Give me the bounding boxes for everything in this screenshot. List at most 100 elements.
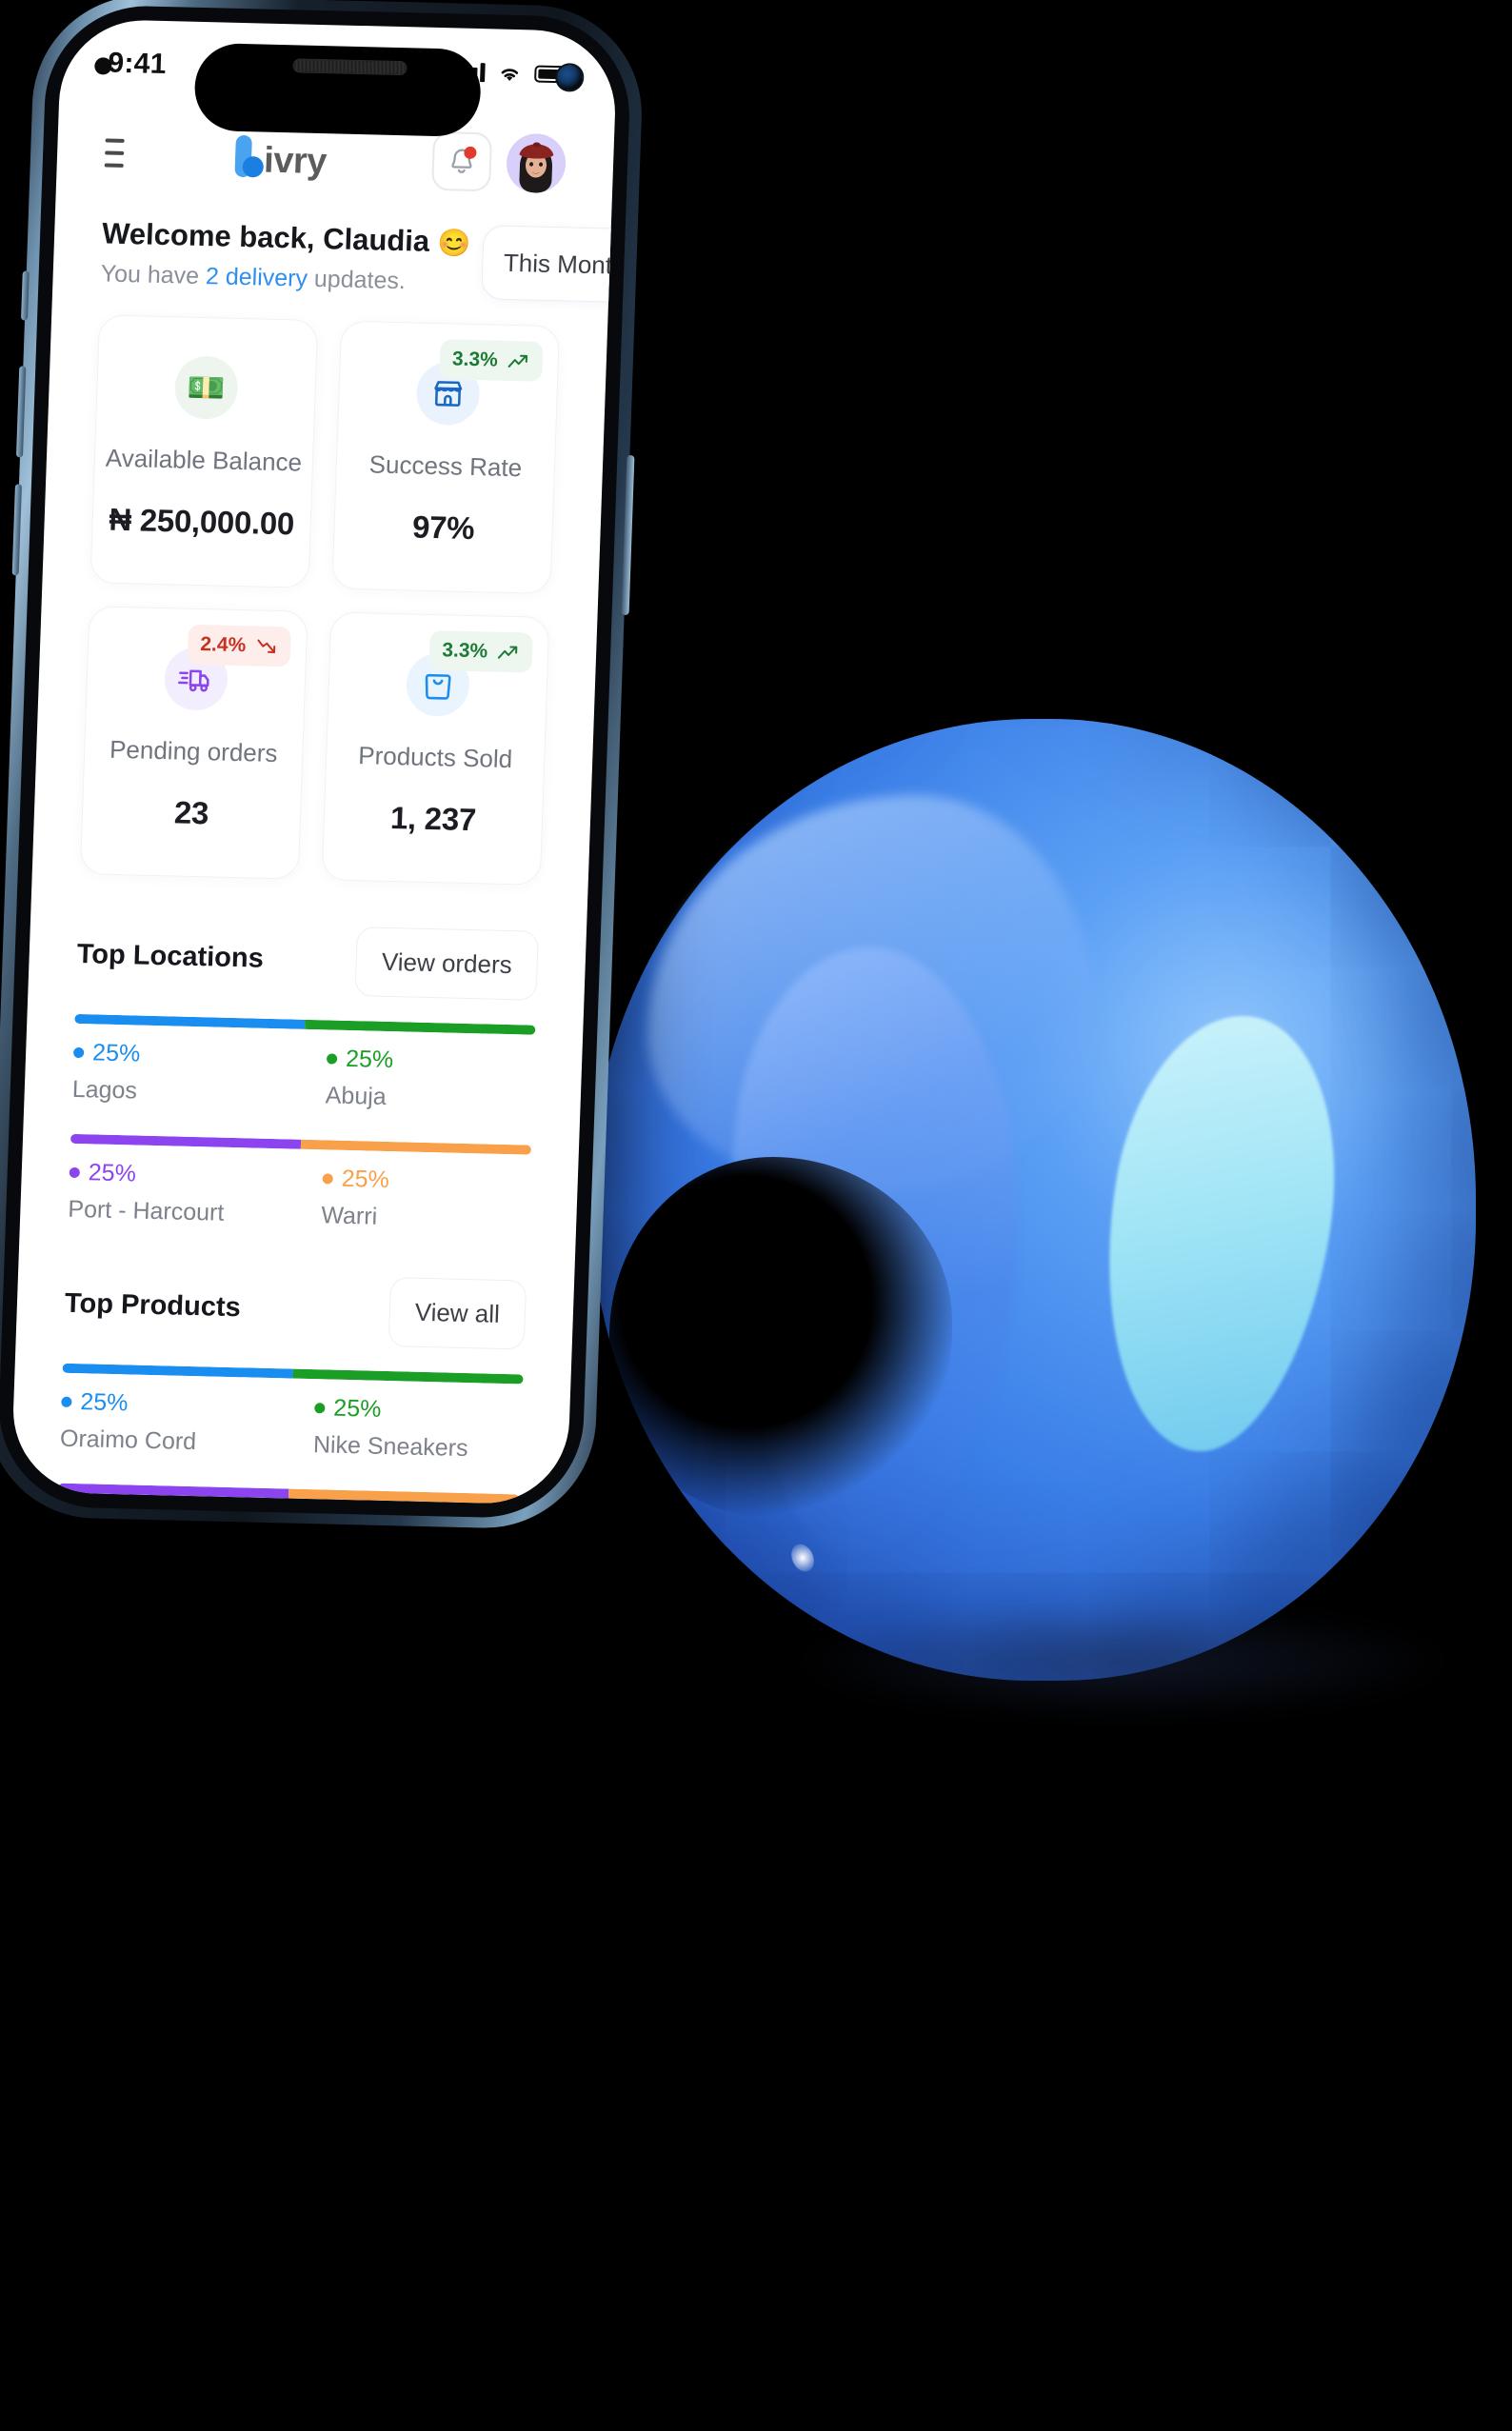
- legend-dot-icon: [314, 1403, 326, 1414]
- bar-segment-warri: [300, 1139, 532, 1155]
- money-stack-icon: 💵: [173, 355, 239, 420]
- top-locations-row-1: 25% Lagos 25% Abuja: [58, 989, 549, 1115]
- notification-bell-button[interactable]: [431, 130, 493, 192]
- progress-bar: [74, 1013, 536, 1035]
- legend-row: 25% Lagos 25% Abuja: [71, 1039, 534, 1115]
- scene-background: 9:41 ivry Welcome back, Claudia 😊 You ha…: [0, 0, 1512, 2431]
- legend-label: Nike Sneakers: [312, 1431, 468, 1463]
- top-products-header: Top Products View all: [50, 1223, 542, 1350]
- wifi-icon: [501, 68, 519, 81]
- legend-item-port-harcourt: 25% Port - Harcourt: [68, 1159, 300, 1229]
- bar-segment-port-harcourt: [70, 1133, 302, 1149]
- welcome-text-block: Welcome back, Claudia 😊 You have 2 deliv…: [100, 215, 471, 296]
- legend-dot-icon: [322, 1173, 333, 1185]
- legend-label: Lagos: [71, 1075, 138, 1105]
- view-orders-button[interactable]: View orders: [354, 927, 539, 1001]
- blob-cutout: [609, 1157, 952, 1519]
- progress-bar: [62, 1363, 524, 1385]
- welcome-greeting: Welcome back, Claudia 😊: [102, 215, 472, 261]
- legend-item-nike-sneakers: 25% Nike Sneakers: [289, 1394, 522, 1465]
- welcome-greeting-text: Welcome back, Claudia: [101, 216, 430, 258]
- delivery-updates-link[interactable]: 2 delivery: [206, 263, 308, 292]
- subtext-suffix: updates.: [307, 265, 407, 294]
- legend-item-warri: 25% Warri: [298, 1165, 530, 1235]
- user-avatar[interactable]: [506, 132, 567, 194]
- stat-card-value: 23: [173, 794, 209, 831]
- top-products-row-1: 25% Oraimo Cord 25% Nike Sneakers: [47, 1338, 538, 1464]
- legend-item-lagos: 25% Lagos: [71, 1039, 304, 1109]
- legend-percent: 25%: [69, 1159, 300, 1192]
- stat-card-products-sold[interactable]: 3.3% Products Sold 1, 237: [321, 611, 550, 886]
- legend-label: Port - Harcourt: [67, 1195, 225, 1226]
- trend-up-arrow-icon: [497, 646, 518, 659]
- status-badge-trend-up: 3.3%: [428, 629, 533, 673]
- legend-percent-text: 25%: [91, 1039, 141, 1067]
- legend-percent: 25%: [322, 1165, 530, 1197]
- top-locations-header: Top Locations View orders: [63, 874, 554, 1001]
- welcome-section: Welcome back, Claudia 😊 You have 2 deliv…: [87, 198, 618, 305]
- legend-row: 25% Oraimo Cord 25% Nike Sneakers: [60, 1388, 523, 1465]
- bar-segment-abuja: [305, 1019, 536, 1035]
- legend-dot-icon: [72, 1046, 85, 1059]
- blue-3d-blob-decoration: [590, 709, 1512, 1719]
- stat-card-success-rate[interactable]: 3.3% Success Rate 97%: [331, 320, 561, 595]
- legend-label: Warri: [320, 1202, 378, 1230]
- logo-mark-icon: [234, 134, 265, 178]
- legend-percent-text: 25%: [79, 1388, 129, 1417]
- blob-soft-highlight: [647, 795, 1095, 1195]
- bar-segment-lagos: [74, 1013, 306, 1029]
- status-badge-trend-up: 3.3%: [439, 339, 544, 382]
- legend-dot-icon: [61, 1396, 72, 1407]
- legend-percent-text: 25%: [332, 1394, 382, 1423]
- legend-label: Oraimo Cord: [59, 1425, 197, 1456]
- legend-percent-text: 25%: [345, 1045, 394, 1074]
- earpiece-speaker: [291, 58, 408, 76]
- legend-percent: 25%: [61, 1388, 292, 1422]
- stat-card-label: Success Rate: [368, 449, 523, 483]
- legend-row: 25% Port - Harcourt 25% Warri: [68, 1159, 530, 1235]
- stat-cards-grid: 💵 Available Balance ₦ 250,000.00 3.3% Su…: [67, 289, 574, 886]
- smiley-emoji-icon: 😊: [437, 228, 472, 258]
- trend-up-arrow-icon: [507, 354, 528, 368]
- period-selector-label: This Month: [503, 248, 618, 280]
- stat-card-value: 1, 237: [389, 799, 477, 838]
- badge-percent-text: 3.3%: [451, 348, 499, 371]
- legend-percent: 25%: [314, 1394, 523, 1426]
- bar-segment-nike-sneakers: [292, 1368, 524, 1385]
- livry-logo: ivry: [234, 134, 328, 183]
- stat-card-label: Products Sold: [357, 741, 513, 774]
- legend-percent-text: 25%: [341, 1165, 390, 1194]
- legend-dot-icon: [69, 1166, 80, 1179]
- top-locations-row-2: 25% Port - Harcourt 25% Warri: [54, 1104, 546, 1235]
- top-locations-title: Top Locations: [76, 938, 265, 974]
- badge-percent-text: 2.4%: [199, 633, 247, 657]
- legend-label: Abuja: [325, 1082, 388, 1110]
- stat-card-value: 97%: [411, 508, 475, 547]
- phone-notch: [193, 42, 483, 138]
- top-products-title: Top Products: [64, 1287, 242, 1324]
- stat-card-pending-orders[interactable]: 2.4% Pending orders 23: [79, 606, 308, 880]
- legend-percent: 25%: [72, 1039, 305, 1072]
- legend-dot-icon: [326, 1053, 338, 1065]
- view-all-button[interactable]: View all: [388, 1277, 527, 1350]
- hamburger-menu-icon[interactable]: [104, 138, 130, 168]
- money-emoji: 💵: [187, 369, 227, 406]
- blob-drop-shadow: [790, 1604, 1457, 1719]
- bar-segment-oraimo-cord: [62, 1363, 293, 1379]
- stat-card-available-balance[interactable]: 💵 Available Balance ₦ 250,000.00: [90, 314, 319, 588]
- period-selector-button[interactable]: This Month ›: [480, 225, 618, 305]
- logo-wordmark: ivry: [263, 140, 328, 183]
- stat-card-value: ₦ 250,000.00: [108, 501, 295, 542]
- badge-percent-text: 3.3%: [441, 639, 488, 663]
- legend-item-abuja: 25% Abuja: [302, 1045, 534, 1115]
- phone-mockup: 9:41 ivry Welcome back, Claudia 😊 You ha…: [0, 0, 646, 1531]
- status-time: 9:41: [107, 47, 168, 81]
- stat-card-label: Available Balance: [105, 443, 303, 477]
- stat-card-label: Pending orders: [109, 734, 278, 768]
- legend-item-oraimo-cord: 25% Oraimo Cord: [60, 1388, 292, 1459]
- status-badge-trend-down: 2.4%: [187, 624, 291, 668]
- legend-percent: 25%: [326, 1045, 535, 1077]
- trend-down-arrow-icon: [257, 639, 276, 653]
- user-avatar-memoji: [507, 133, 567, 193]
- legend-percent-text: 25%: [88, 1159, 137, 1187]
